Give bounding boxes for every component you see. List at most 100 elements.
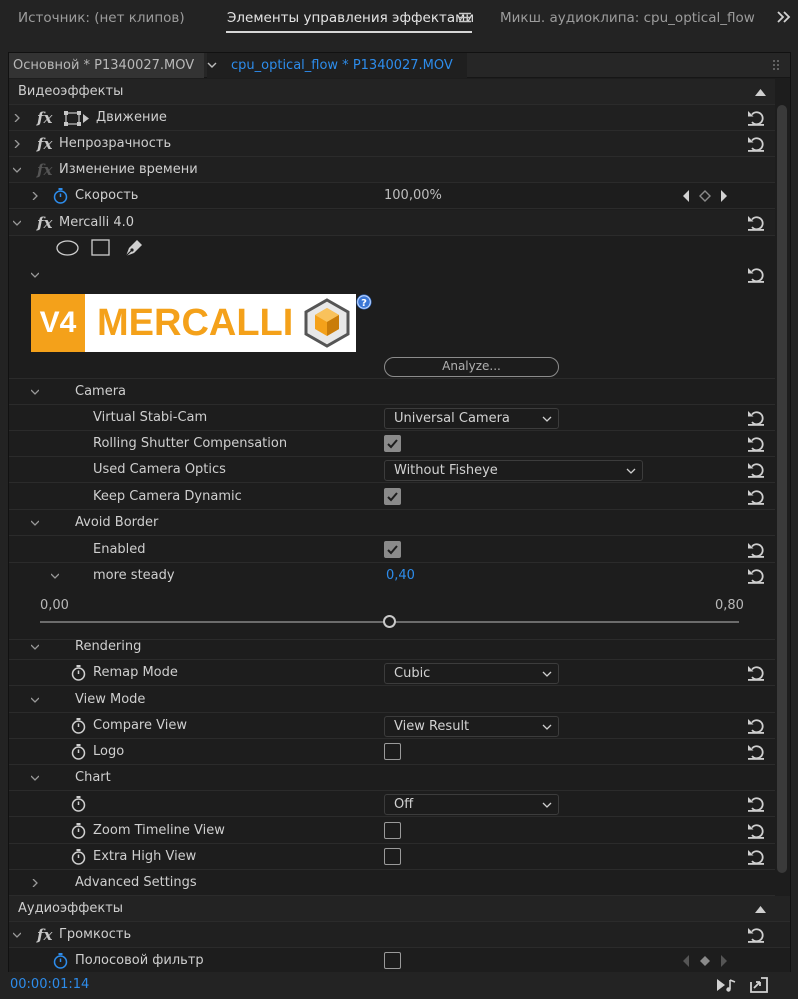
slider-handle[interactable] [383,615,396,628]
param-row-rolling-shutter[interactable]: Rolling Shutter Compensation [9,431,775,457]
scrollbar-thumb[interactable] [777,105,787,873]
stopwatch-icon[interactable] [71,718,86,734]
chevron-right-icon[interactable] [13,140,21,148]
stopwatch-icon[interactable] [53,953,68,969]
effect-row-motion[interactable]: fx Движение [9,105,775,131]
reset-icon[interactable] [747,266,765,283]
video-effects-header[interactable]: Видеоэффекты [9,79,775,105]
param-row-logo[interactable]: Logo [9,739,775,765]
speed-value[interactable]: 100,00% [384,183,442,209]
chevron-down-icon[interactable] [31,696,39,704]
chevron-down-icon[interactable] [31,388,39,396]
chevron-down-icon[interactable] [13,931,21,939]
fx-icon[interactable]: fx [37,136,52,152]
vertical-scrollbar[interactable] [776,79,790,873]
chevron-down-icon[interactable] [51,572,59,580]
effect-row-time-remapping[interactable]: fx Изменение времени [9,157,775,183]
chevron-down-icon[interactable] [13,166,21,174]
compare-view-dropdown[interactable]: View Result [384,716,559,737]
stopwatch-icon[interactable] [53,188,68,204]
transform-icon[interactable] [64,111,90,126]
reset-icon[interactable] [747,435,765,452]
param-row-bandpass[interactable]: Полосовой фильтр [9,948,790,974]
collapse-up-icon[interactable] [755,89,766,96]
play-audio-icon[interactable] [716,977,736,993]
extra-high-checkbox[interactable] [384,848,401,865]
chart-dropdown[interactable]: Off [384,794,559,815]
chevron-down-icon[interactable] [31,774,39,782]
param-row-keep-camera-dynamic[interactable]: Keep Camera Dynamic [9,484,775,510]
used-camera-optics-dropdown[interactable]: Without Fisheye [384,460,643,481]
fx-icon[interactable]: fx [37,927,52,943]
tab-source[interactable]: Источник: (нет клипов) [18,9,185,29]
reset-icon[interactable] [747,135,765,152]
chevron-down-icon[interactable] [207,62,217,69]
reset-icon[interactable] [747,717,765,734]
keyframe-navigator[interactable] [681,954,733,968]
rectangle-mask-icon[interactable] [91,239,110,256]
group-advanced-settings[interactable]: Advanced Settings [9,870,775,896]
timecode[interactable]: 00:00:01:14 [10,977,89,992]
stopwatch-icon[interactable] [71,744,86,760]
chevron-down-icon[interactable] [31,643,39,651]
param-row-more-steady[interactable]: more steady 0,40 [9,563,775,589]
panel-menu-icon[interactable] [459,12,471,23]
ellipse-mask-icon[interactable] [56,240,79,256]
chevron-down-icon[interactable] [13,219,21,227]
param-row-enabled[interactable]: Enabled [9,537,775,563]
reset-icon[interactable] [747,409,765,426]
virtual-stabi-cam-dropdown[interactable]: Universal Camera [384,408,559,429]
logo-checkbox[interactable] [384,743,401,760]
group-avoid-border[interactable]: Avoid Border [9,510,775,536]
tab-audio-clip-mixer[interactable]: Микш. аудиоклипа: cpu_optical_flow [500,9,755,29]
reset-icon[interactable] [747,461,765,478]
param-row-remap-mode[interactable]: Remap Mode Cubic [9,660,775,686]
keep-camera-dynamic-checkbox[interactable] [384,488,401,505]
stopwatch-icon[interactable] [71,849,86,865]
param-row-compare-view[interactable]: Compare View View Result [9,713,775,739]
param-row-speed[interactable]: Скорость 100,00% [9,183,775,209]
master-clip-label[interactable]: Основной * P1340027.MOV [9,53,204,78]
reset-icon[interactable] [747,743,765,760]
stopwatch-icon[interactable] [71,665,86,681]
pen-mask-icon[interactable] [124,238,144,257]
reset-icon[interactable] [747,109,765,126]
param-row-zoom-timeline[interactable]: Zoom Timeline View [9,818,775,844]
audio-effects-header[interactable]: Аудиоэффекты [9,896,790,922]
chevron-down-icon[interactable] [31,271,39,279]
param-row-virtual-stabi-cam[interactable]: Virtual Stabi-Cam Universal Camera [9,405,775,431]
reset-icon[interactable] [747,567,765,584]
stopwatch-icon[interactable] [71,796,86,812]
param-row-chart-mode[interactable]: Off [9,791,775,817]
bandpass-checkbox[interactable] [384,952,401,969]
group-view-mode[interactable]: View Mode [9,687,775,713]
group-camera[interactable]: Camera [9,379,775,405]
tab-effect-controls[interactable]: Элементы управления эффектами [227,9,474,29]
reset-icon[interactable] [747,664,765,681]
more-tabs-icon[interactable] [776,10,792,24]
param-row-extra-high[interactable]: Extra High View [9,844,775,870]
reset-icon[interactable] [747,795,765,812]
reset-icon[interactable] [747,488,765,505]
group-rendering[interactable]: Rendering [9,634,775,660]
rolling-shutter-checkbox[interactable] [384,435,401,452]
analyze-button[interactable]: Analyze... [384,357,559,377]
reset-icon[interactable] [747,214,765,231]
chevron-right-icon[interactable] [13,114,21,122]
keyframe-navigator[interactable] [681,189,733,203]
reset-icon[interactable] [747,541,765,558]
export-icon[interactable] [749,976,769,993]
chevron-down-icon[interactable] [31,519,39,527]
collapse-up-icon[interactable] [755,906,766,913]
effect-row-opacity[interactable]: fx Непрозрачность [9,131,775,157]
chevron-right-icon[interactable] [31,879,39,887]
zoom-timeline-checkbox[interactable] [384,822,401,839]
enabled-checkbox[interactable] [384,541,401,558]
sequence-clip-label[interactable]: cpu_optical_flow * P1340027.MOV [207,53,467,78]
fx-icon[interactable]: fx [37,110,52,126]
help-icon[interactable]: ? [356,294,372,310]
group-chart[interactable]: Chart [9,765,775,791]
remap-mode-dropdown[interactable]: Cubic [384,663,559,684]
stopwatch-icon[interactable] [71,823,86,839]
effect-row-volume[interactable]: fx Громкость [9,922,790,948]
